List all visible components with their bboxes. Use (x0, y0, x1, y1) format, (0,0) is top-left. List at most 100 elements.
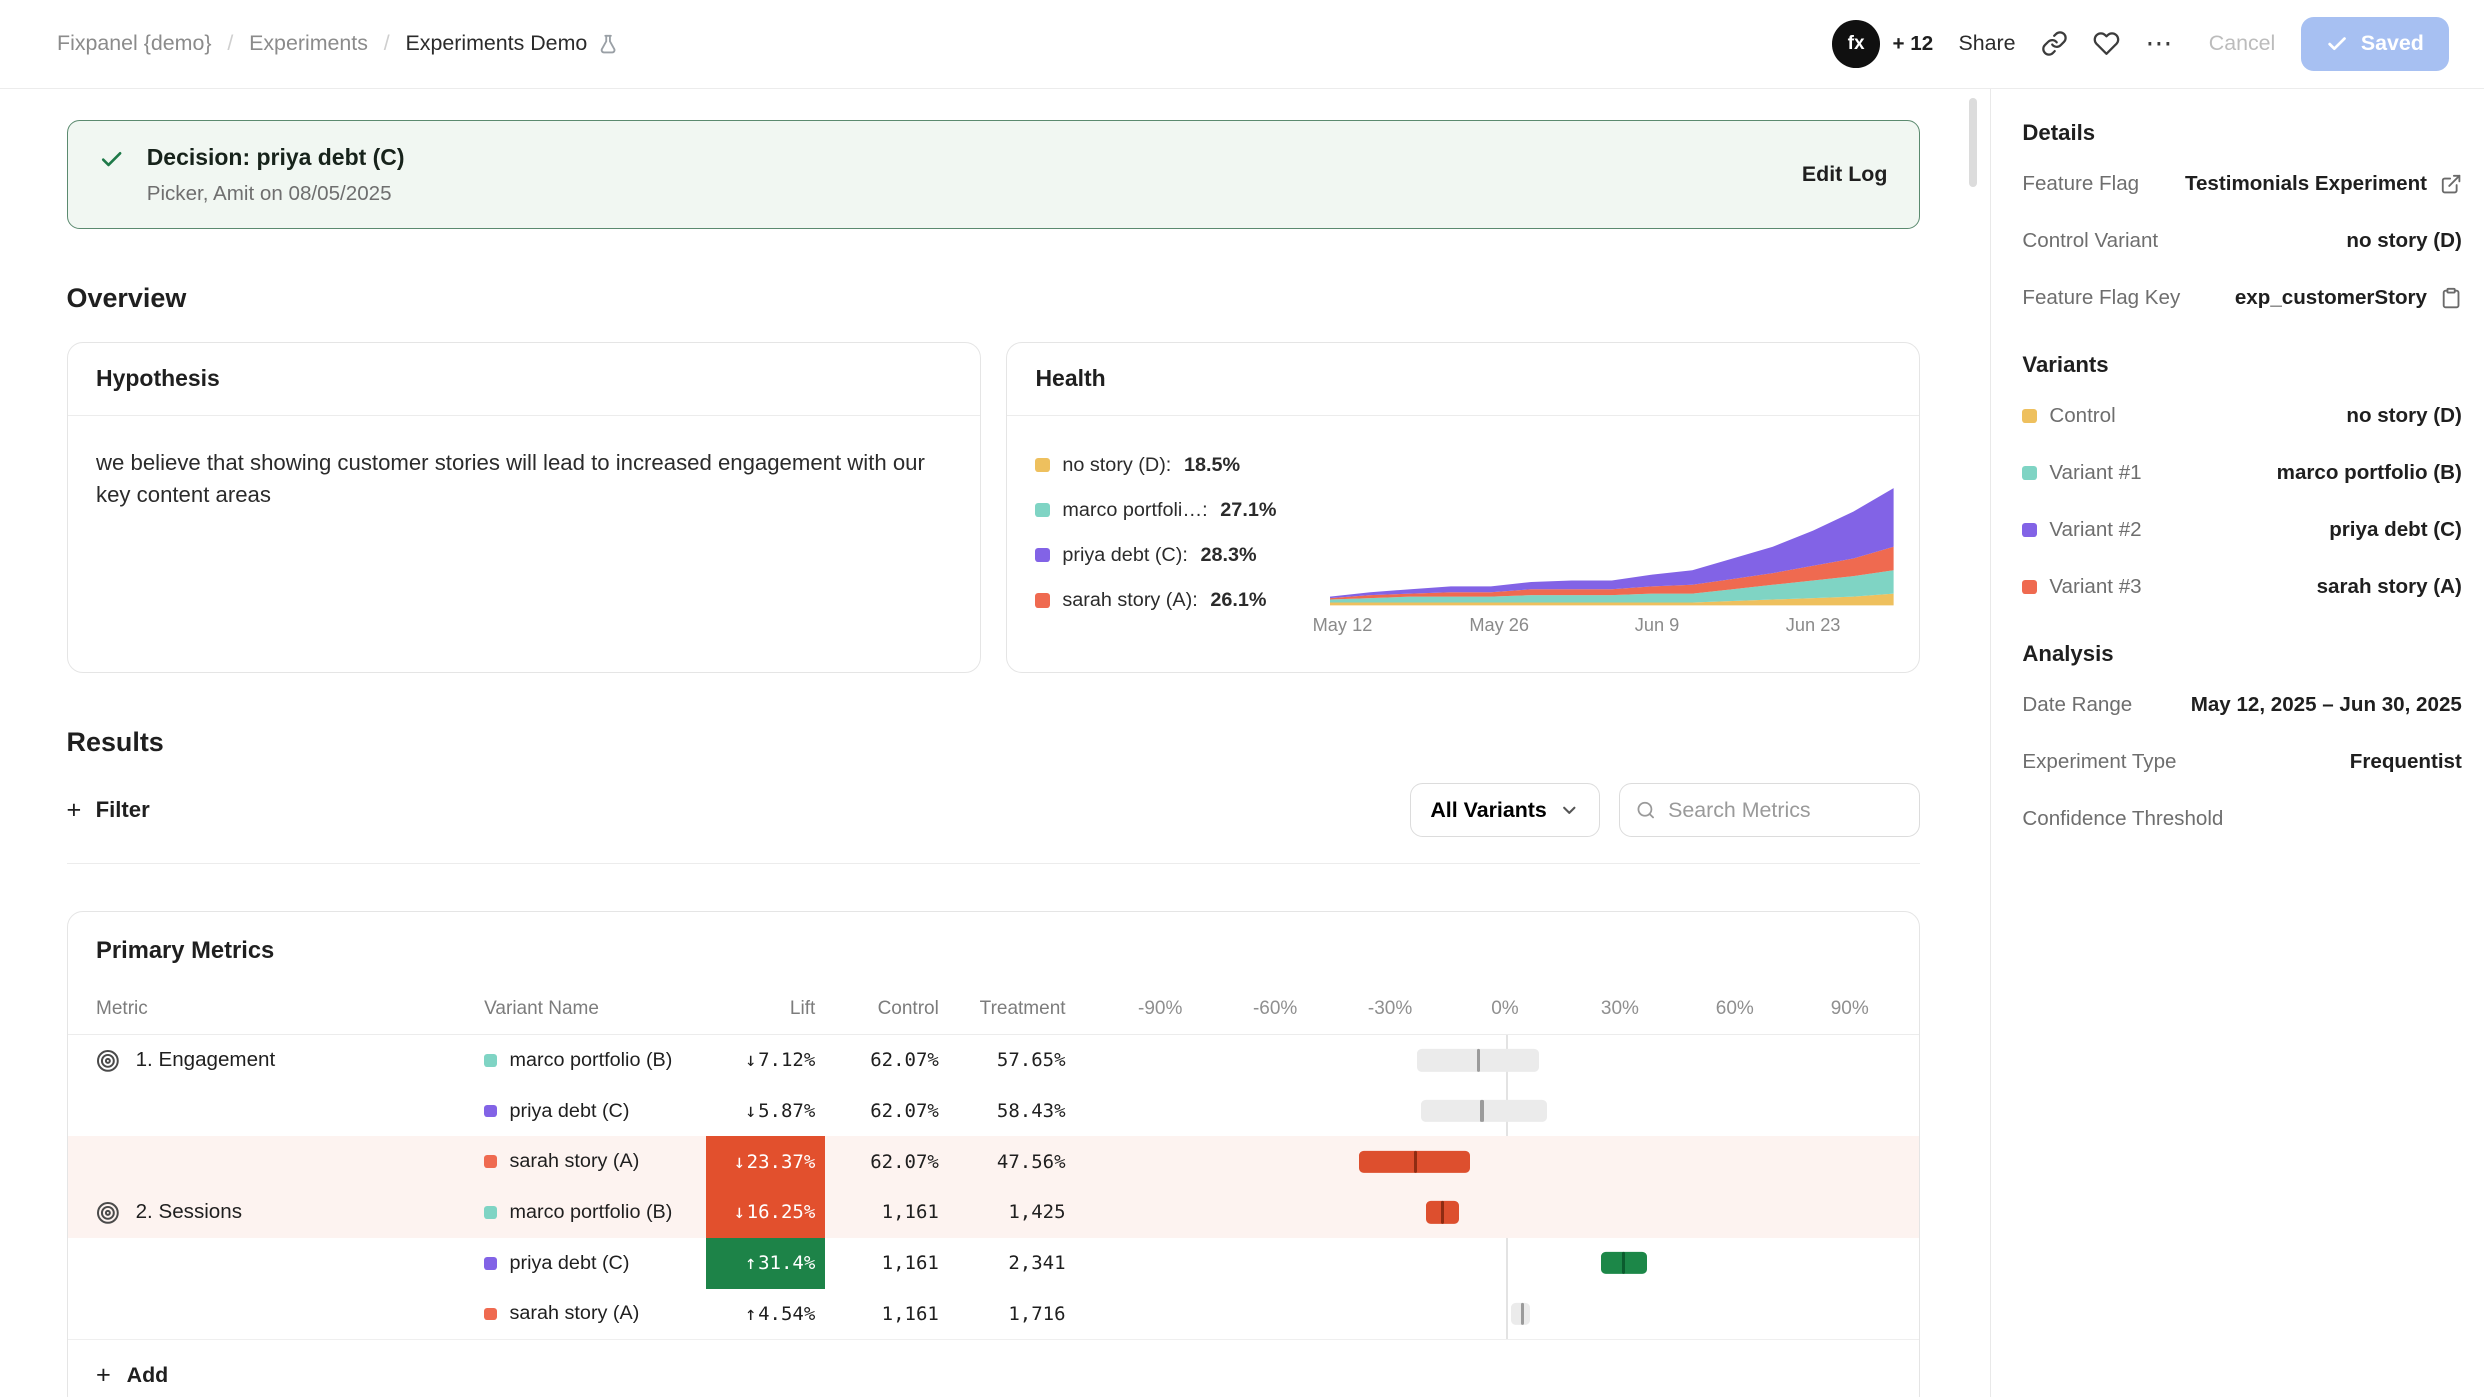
detail-row-control-variant: Control Variant no story (D) (2022, 213, 2461, 270)
variant-name-cell: priya debt (C) (484, 1252, 706, 1275)
metric-row[interactable]: sarah story (A) ↓23.37% 62.07% 47.56% (68, 1136, 1920, 1187)
breadcrumb-item-experiments[interactable]: Experiments (249, 31, 368, 56)
column-header-metric: Metric (68, 998, 485, 1020)
analysis-heading: Analysis (2022, 641, 2461, 667)
hypothesis-card: Hypothesis we believe that showing custo… (67, 342, 981, 673)
legend-value: 27.1% (1220, 499, 1276, 522)
legend-label: marco portfoli…: (1062, 499, 1207, 522)
health-chart (1330, 485, 1894, 609)
clipboard-icon[interactable] (2440, 287, 2462, 309)
column-header-control: Control (825, 998, 949, 1020)
details-heading: Details (2022, 120, 2461, 146)
metrics-table-body: 1. Engagement marco portfolio (B) ↓7.12%… (68, 1035, 1920, 1339)
target-icon (96, 1201, 120, 1225)
more-options-button[interactable]: ⋯ (2145, 28, 2174, 59)
variant-color-chip (484, 1308, 497, 1321)
primary-metrics-title: Primary Metrics (68, 912, 1920, 984)
main-content: Decision: priya debt (C) Picker, Amit on… (0, 89, 1990, 1398)
target-icon (96, 1049, 120, 1073)
column-header-treatment: Treatment (948, 998, 1075, 1020)
breadcrumb-item-current[interactable]: Experiments Demo (406, 31, 619, 56)
confidence-interval (1126, 1035, 1884, 1086)
legend-label: no story (D): (1062, 454, 1171, 477)
legend-item: marco portfoli…: 27.1% (1035, 499, 1314, 522)
health-chart-area: May 12 May 26 Jun 9 Jun 23 (1330, 441, 1894, 660)
avatar[interactable]: fx (1832, 20, 1880, 68)
hypothesis-body: we believe that showing customer stories… (68, 416, 980, 673)
breadcrumb-separator: / (227, 31, 233, 56)
lift-value: ↓7.12% (706, 1035, 825, 1086)
link-icon[interactable] (2041, 30, 2068, 57)
arrow-down-icon: ↓ (734, 1201, 745, 1223)
detail-row-feature-flag-key: Feature Flag Key exp_customerStory (2022, 270, 2461, 327)
filter-button-label: Filter (96, 797, 150, 823)
treatment-value: 1,425 (948, 1201, 1075, 1223)
variants-heading: Variants (2022, 352, 2461, 378)
edit-log-button[interactable]: Edit Log (1802, 162, 1887, 187)
scrollbar-thumb[interactable] (1969, 98, 1977, 187)
filter-button[interactable]: + Filter (67, 796, 150, 825)
breadcrumb: Fixpanel {demo} / Experiments / Experime… (57, 31, 619, 56)
lift-value: ↓5.87% (706, 1086, 825, 1137)
axis-ticks: -90% -60% -30% 0% 30% 60% 90% (1126, 984, 1884, 1034)
control-value: 62.07% (825, 1151, 949, 1173)
metric-row[interactable]: 1. Engagement marco portfolio (B) ↓7.12%… (68, 1035, 1920, 1086)
analysis-row-experiment-type: Experiment Type Frequentist (2022, 734, 2461, 791)
arrow-up-icon: ↑ (745, 1303, 756, 1325)
cancel-button[interactable]: Cancel (2209, 31, 2276, 56)
arrow-down-icon: ↓ (745, 1100, 756, 1122)
x-axis-label: Jun 9 (1635, 615, 1680, 636)
all-variants-label: All Variants (1430, 798, 1546, 823)
variant-color-chip (484, 1054, 497, 1067)
saved-button[interactable]: Saved (2301, 17, 2450, 71)
health-legend: no story (D): 18.5% marco portfoli…: 27.… (1035, 441, 1314, 660)
analysis-row-confidence-threshold: Confidence Threshold (2022, 791, 2461, 848)
control-value: 62.07% (825, 1100, 949, 1122)
variant-name-cell: sarah story (A) (484, 1150, 706, 1173)
experiments-page: Fixpanel {demo} / Experiments / Experime… (0, 0, 2484, 1397)
variant-row-control: Control no story (D) (2022, 388, 2461, 445)
chevron-down-icon (1559, 800, 1580, 821)
share-button[interactable]: Share (1958, 31, 2015, 56)
metric-row[interactable]: sarah story (A) ↑4.54% 1,161 1,716 (68, 1289, 1920, 1340)
details-sidebar: Details Feature Flag Testimonials Experi… (1990, 89, 2484, 1398)
search-metrics-box (1619, 783, 1920, 837)
confidence-interval (1126, 1289, 1884, 1340)
treatment-value: 58.43% (948, 1100, 1075, 1122)
variant-color-chip (2022, 580, 2036, 594)
variant-row-3: Variant #3 sarah story (A) (2022, 559, 2461, 616)
metrics-table-header: Metric Variant Name Lift Control Treatme… (68, 984, 1920, 1035)
external-link-icon[interactable] (2440, 173, 2462, 195)
variant-name-cell: marco portfolio (B) (484, 1049, 706, 1072)
add-metric-button[interactable]: + Add (68, 1339, 1920, 1397)
legend-value: 18.5% (1184, 454, 1240, 477)
control-value: 1,161 (825, 1252, 949, 1274)
x-axis-label: Jun 23 (1786, 615, 1841, 636)
search-metrics-input[interactable] (1668, 798, 1903, 823)
hypothesis-title: Hypothesis (68, 343, 980, 415)
health-card: Health no story (D): 18.5% marco portfol… (1006, 342, 1920, 673)
breadcrumb-item-workspace[interactable]: Fixpanel {demo} (57, 31, 211, 56)
legend-item: no story (D): 18.5% (1035, 454, 1314, 477)
results-heading: Results (67, 727, 1921, 758)
variant-color-chip (484, 1155, 497, 1168)
confidence-interval (1126, 1238, 1884, 1289)
all-variants-dropdown[interactable]: All Variants (1410, 783, 1600, 837)
lift-value: ↓23.37% (706, 1136, 825, 1187)
overview-heading: Overview (67, 283, 1921, 314)
plus-icon: + (67, 796, 82, 825)
favorite-heart-icon[interactable] (2093, 30, 2120, 57)
treatment-value: 1,716 (948, 1303, 1075, 1325)
saved-button-label: Saved (2361, 31, 2424, 56)
legend-label: sarah story (A): (1062, 589, 1197, 612)
feature-flag-value[interactable]: Testimonials Experiment (2185, 172, 2462, 196)
metric-row[interactable]: priya debt (C) ↑31.4% 1,161 2,341 (68, 1238, 1920, 1289)
legend-color-chip (1035, 548, 1049, 562)
arrow-up-icon: ↑ (745, 1252, 756, 1274)
legend-value: 26.1% (1210, 589, 1266, 612)
metric-row[interactable]: priya debt (C) ↓5.87% 62.07% 58.43% (68, 1086, 1920, 1137)
decision-meta: Picker, Amit on 08/05/2025 (147, 182, 405, 206)
lift-value: ↑4.54% (706, 1289, 825, 1340)
collaborator-count[interactable]: + 12 (1893, 32, 1934, 56)
metric-row[interactable]: 2. Sessions marco portfolio (B) ↓16.25% … (68, 1187, 1920, 1238)
